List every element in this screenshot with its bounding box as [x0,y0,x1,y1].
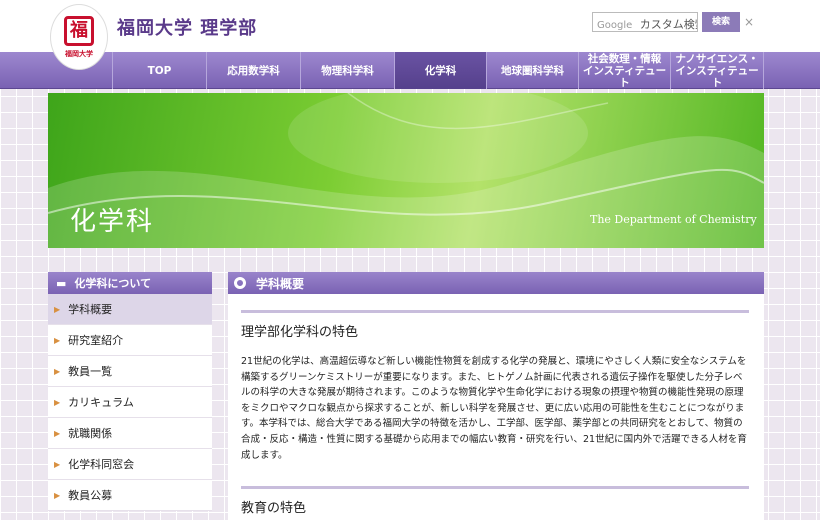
sidebar-item-faculty[interactable]: ▶ 教員一覧 [48,356,212,387]
arrow-icon: ▶ [54,335,61,345]
main-heading-label: 学科概要 [256,276,305,291]
nav-physics[interactable]: 物理科学科 [300,52,394,89]
nav-social-math-info[interactable]: 社会数理・情報 インスティテュート [578,52,670,89]
clear-icon[interactable]: × [744,12,756,32]
sidebar-item-alumni[interactable]: ▶ 化学科同窓会 [48,449,212,480]
arrow-icon: ▶ [54,366,61,376]
sidebar-heading-label: 化学科について [74,277,152,290]
university-logo[interactable]: 福 福岡大学 [50,4,108,70]
section-title-education: 教育の特色 [241,486,749,516]
logo-text: 福岡大学 [65,49,93,58]
circle-icon [234,277,246,289]
search-input[interactable]: Google カスタム検索 [592,12,698,32]
nav-earth-science[interactable]: 地球圏科学科 [486,52,578,89]
nav-top[interactable]: TOP [112,52,206,89]
arrow-icon: ▶ [54,459,61,469]
sidebar-heading: ▬ 化学科について [48,272,212,294]
sidebar-item-label: カリキュラム [68,396,134,409]
main-content: 学科概要 理学部化学科の特色 21世紀の化学は、高温超伝導など新しい機能性物質を… [228,272,764,520]
search-brand: Google [597,20,633,31]
nav-applied-math[interactable]: 応用数学科 [206,52,300,89]
arrow-icon: ▶ [54,304,61,314]
sidebar-item-label: 化学科同窓会 [68,458,135,471]
sidebar-item-label: 教員公募 [68,489,113,502]
search-placeholder: カスタム検索 [639,18,697,31]
department-banner: 化学科 The Department of Chemistry [48,93,764,248]
nav-nanoscience[interactable]: ナノサイエンス・ インスティテュート [670,52,764,89]
nav-chemistry[interactable]: 化学科 [394,52,486,89]
sidebar-item-labs[interactable]: ▶ 研究室紹介 [48,325,212,356]
site-title[interactable]: 福岡大学 理学部 [117,14,257,40]
sidebar: ▬ 化学科について ▶ 学科概要 ▶ 研究室紹介 ▶ 教員一覧 ▶ カリキュラム… [48,272,212,511]
arrow-icon: ▶ [54,428,61,438]
sidebar-item-overview[interactable]: ▶ 学科概要 [48,294,212,325]
sidebar-item-curriculum[interactable]: ▶ カリキュラム [48,387,212,418]
main-heading: 学科概要 [228,272,764,294]
banner-subtitle: The Department of Chemistry [590,213,757,226]
section-body-features: 21世紀の化学は、高温超伝導など新しい機能性物質を創成する化学の発展と、環境にや… [241,356,747,461]
folder-icon: ▬ [56,276,67,290]
main-nav: TOP 応用数学科 物理科学科 化学科 地球圏科学科 社会数理・情報 インスティ… [0,52,820,89]
seal-icon: 福 [64,15,94,46]
section-title-features: 理学部化学科の特色 [241,310,749,340]
sidebar-item-recruitment[interactable]: ▶ 教員公募 [48,480,212,511]
site-header: 福 福岡大学 福岡大学 理学部 Google カスタム検索 検索 × [0,0,820,70]
arrow-icon: ▶ [54,397,61,407]
sidebar-item-label: 就職関係 [68,427,113,440]
search-button[interactable]: 検索 [702,12,740,32]
arrow-icon: ▶ [54,490,61,500]
sidebar-item-label: 学科概要 [68,303,113,316]
sidebar-item-label: 研究室紹介 [68,334,124,347]
sidebar-item-careers[interactable]: ▶ 就職関係 [48,418,212,449]
banner-title: 化学科 [70,207,155,237]
sidebar-item-label: 教員一覧 [68,365,113,378]
